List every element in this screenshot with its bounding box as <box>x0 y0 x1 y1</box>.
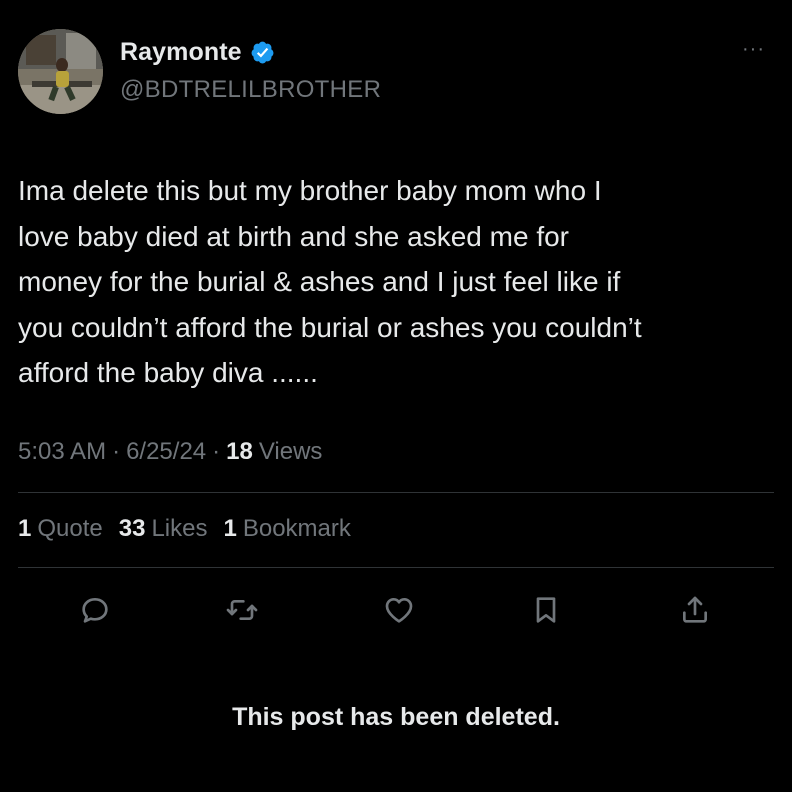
post-text: Ima delete this but my brother baby mom … <box>18 175 642 388</box>
quotes-count: 1 <box>18 515 32 542</box>
verified-badge-icon <box>250 40 275 65</box>
likes-stat[interactable]: 33 Likes <box>119 515 208 543</box>
views-count: 18 <box>226 438 253 465</box>
quotes-label: Quote <box>37 515 103 542</box>
share-icon <box>683 596 707 623</box>
repost-button[interactable] <box>222 588 262 632</box>
avatar[interactable] <box>18 29 103 114</box>
reply-icon <box>82 598 108 623</box>
author-name-row[interactable]: Raymonte <box>120 38 275 67</box>
quotes-stat[interactable]: 1 Quote <box>18 515 103 543</box>
more-options-icon[interactable]: ··· <box>742 39 765 59</box>
engagement-stats: 1 Quote 33 Likes 1 Bookmark <box>18 515 367 543</box>
divider <box>18 492 774 493</box>
meta-separator: · <box>212 438 221 465</box>
deleted-notice: This post has been deleted. <box>232 703 560 731</box>
author-handle[interactable]: @BDTRELILBROTHER <box>120 76 381 104</box>
share-button[interactable] <box>675 588 715 632</box>
bookmark-icon <box>536 597 556 623</box>
bookmarks-label: Bookmark <box>242 515 351 542</box>
post-actions-bar <box>0 588 792 632</box>
meta-separator: · <box>112 438 121 465</box>
bookmark-button[interactable] <box>526 588 566 632</box>
bookmarks-stat[interactable]: 1 Bookmark <box>223 515 350 543</box>
likes-label: Likes <box>151 515 208 542</box>
like-button[interactable] <box>379 588 419 632</box>
divider <box>18 567 774 568</box>
reply-button[interactable] <box>75 588 115 632</box>
views-label: Views <box>258 438 323 465</box>
bookmarks-count: 1 <box>223 515 237 542</box>
like-icon <box>385 598 413 623</box>
post-metadata: 5:03 AM · 6/25/24 · 18 Views <box>18 438 322 466</box>
likes-count: 33 <box>118 515 146 542</box>
post-time[interactable]: 5:03 AM <box>18 438 106 466</box>
repost-icon <box>226 600 258 620</box>
author-display-name[interactable]: Raymonte <box>120 38 242 67</box>
post-date[interactable]: 6/25/24 <box>126 438 206 466</box>
